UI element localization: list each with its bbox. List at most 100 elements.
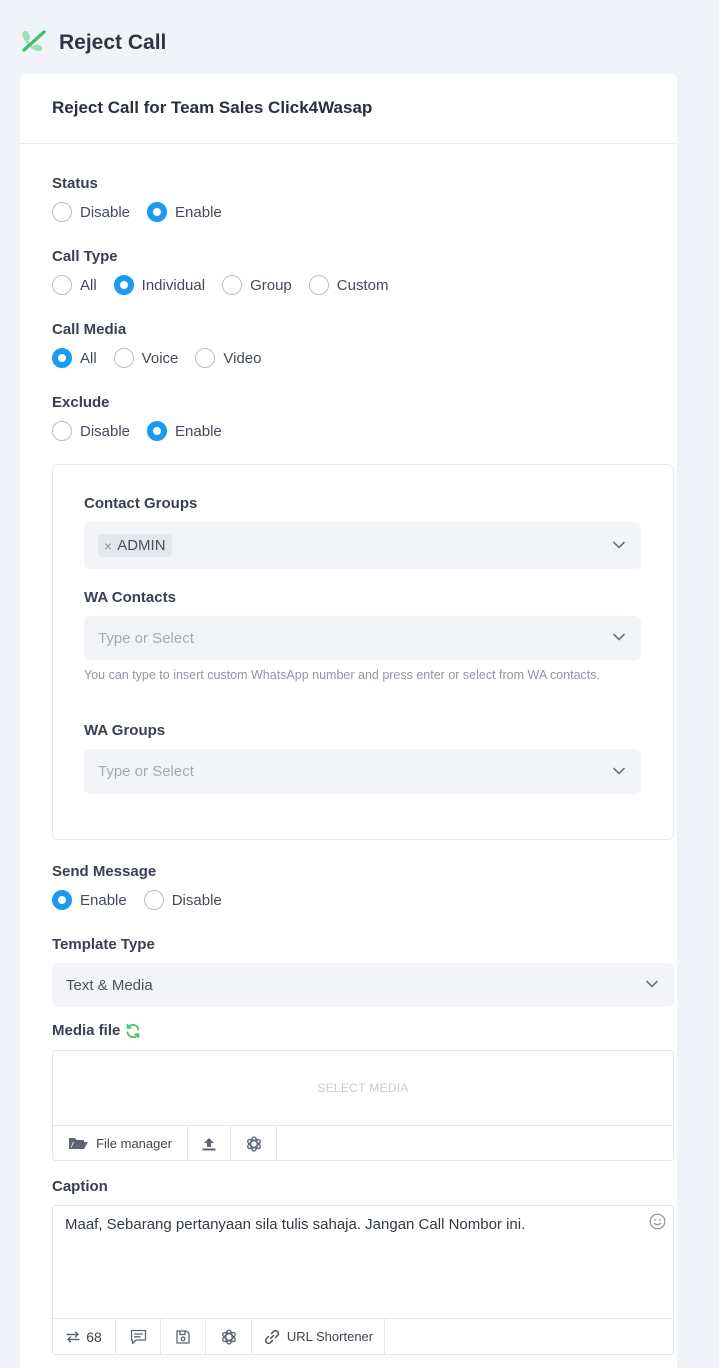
call-type-option-label: Group: [250, 276, 292, 294]
ai-generate-media-button[interactable]: [231, 1126, 277, 1161]
radio-unchecked-icon[interactable]: [308, 275, 329, 295]
exclude-label: Exclude: [52, 394, 110, 411]
emoji-icon[interactable]: [649, 1213, 666, 1230]
call-type-option-custom[interactable]: Custom: [308, 275, 389, 295]
message-template-button[interactable]: [116, 1319, 161, 1354]
radio-checked-icon[interactable]: [52, 890, 72, 910]
radio-unchecked-icon[interactable]: [113, 348, 134, 368]
openai-icon: [246, 1135, 261, 1152]
contact-groups-select[interactable]: × ADMIN: [84, 522, 641, 569]
upload-icon: [202, 1137, 216, 1150]
radio-checked-icon[interactable]: [147, 202, 168, 222]
character-count-value: 68: [86, 1328, 102, 1345]
tag-label: ADMIN: [117, 537, 166, 554]
call-type-option-group[interactable]: Group: [222, 275, 292, 295]
wa-groups-select[interactable]: Type or Select: [84, 749, 641, 794]
card-header: Reject Call for Team Sales Click4Wasap: [20, 74, 677, 144]
exclude-option-label: Enable: [175, 422, 222, 440]
folder-open-icon: [69, 1137, 89, 1149]
call-type-option-all[interactable]: All: [52, 275, 97, 295]
status-option-label: Disable: [80, 203, 131, 221]
send-message-option-disable[interactable]: Disable: [143, 890, 222, 910]
wa-contacts-hint: You can type to insert custom WhatsApp n…: [84, 668, 600, 682]
chevron-down-icon: [613, 541, 625, 549]
call-type-label: Call Type: [52, 248, 118, 265]
call-type-option-label: Individual: [141, 276, 206, 294]
caption-label: Caption: [52, 1178, 108, 1195]
tag-admin: × ADMIN: [98, 534, 172, 557]
send-message-option-label: Disable: [171, 891, 222, 909]
select-media-area[interactable]: SELECT MEDIA: [53, 1051, 673, 1125]
call-media-radio-group: All Voice Video: [52, 348, 278, 368]
wa-contacts-select[interactable]: Type or Select: [84, 616, 641, 660]
url-shortener-button[interactable]: URL Shortener: [252, 1319, 385, 1354]
send-message-option-label: Enable: [80, 891, 127, 909]
page-title: Reject Call: [59, 30, 167, 54]
exclude-settings-panel: Contact Groups × ADMIN WA Contacts Type …: [52, 464, 674, 840]
reject-call-card: Reject Call for Team Sales Click4Wasap S…: [20, 74, 677, 1368]
card-title: Reject Call for Team Sales Click4Wasap: [52, 98, 373, 117]
caption-toolbar: 68 URL Shortener: [53, 1318, 673, 1354]
chevron-down-icon: [646, 980, 658, 988]
refresh-icon[interactable]: [125, 1023, 141, 1039]
media-toolbar: File manager: [53, 1125, 673, 1161]
file-manager-button[interactable]: File manager: [53, 1126, 188, 1161]
contact-groups-label: Contact Groups: [84, 495, 198, 512]
wa-groups-placeholder: Type or Select: [98, 763, 194, 780]
url-shortener-label: URL Shortener: [286, 1329, 374, 1344]
send-message-option-enable[interactable]: Enable: [52, 890, 127, 910]
radio-unchecked-icon[interactable]: [52, 202, 72, 222]
remove-tag-icon[interactable]: ×: [104, 538, 112, 554]
save-template-button[interactable]: [161, 1319, 206, 1354]
caption-textarea[interactable]: Maaf, Sebarang pertanyaan sila tulis sah…: [65, 1216, 635, 1233]
status-option-enable[interactable]: Enable: [147, 202, 222, 222]
link-icon: [264, 1329, 279, 1344]
save-icon: [176, 1329, 190, 1344]
media-file-box: SELECT MEDIA File manager: [52, 1050, 674, 1161]
call-type-option-label: Custom: [336, 276, 389, 294]
wa-groups-label: WA Groups: [84, 722, 166, 739]
radio-unchecked-icon[interactable]: [52, 421, 72, 441]
radio-checked-icon[interactable]: [52, 348, 72, 368]
character-count: 68: [53, 1319, 116, 1354]
status-option-label: Enable: [175, 203, 222, 221]
page-header: Reject Call: [20, 28, 166, 57]
status-option-disable[interactable]: Disable: [52, 202, 130, 222]
status-radio-group: Disable Enable: [52, 202, 239, 222]
exclude-option-label: Disable: [80, 422, 131, 440]
chevron-down-icon: [613, 633, 625, 641]
message-square-icon: [130, 1329, 146, 1344]
radio-checked-icon[interactable]: [147, 421, 168, 441]
media-file-header: Media file: [52, 1022, 141, 1039]
call-media-option-voice[interactable]: Voice: [113, 348, 179, 368]
exclude-option-enable[interactable]: Enable: [147, 421, 222, 441]
wa-contacts-label: WA Contacts: [84, 589, 176, 606]
call-type-option-label: All: [80, 276, 97, 294]
exclude-radio-group: Disable Enable: [52, 421, 239, 441]
call-media-option-video[interactable]: Video: [195, 348, 261, 368]
upload-button[interactable]: [188, 1126, 231, 1161]
caption-editor[interactable]: Maaf, Sebarang pertanyaan sila tulis sah…: [52, 1205, 674, 1355]
call-type-radio-group: All Individual Group Custom: [52, 275, 405, 295]
radio-unchecked-icon[interactable]: [52, 275, 72, 295]
template-type-label: Template Type: [52, 936, 155, 953]
send-message-radio-group: Enable Disable: [52, 890, 239, 910]
radio-unchecked-icon[interactable]: [222, 275, 243, 295]
call-media-label: Call Media: [52, 321, 127, 338]
send-message-label: Send Message: [52, 863, 157, 880]
call-type-option-individual[interactable]: Individual: [113, 275, 206, 295]
call-media-option-all[interactable]: All: [52, 348, 97, 368]
radio-checked-icon[interactable]: [113, 275, 134, 295]
exclude-option-disable[interactable]: Disable: [52, 421, 130, 441]
wa-contacts-placeholder: Type or Select: [98, 629, 194, 647]
template-type-select[interactable]: Text & Media: [52, 963, 674, 1007]
file-manager-label: File manager: [96, 1136, 172, 1151]
ai-generate-caption-button[interactable]: [206, 1319, 252, 1354]
radio-unchecked-icon[interactable]: [195, 348, 216, 368]
call-media-option-label: Video: [223, 349, 262, 367]
call-media-option-label: Voice: [141, 349, 179, 367]
radio-unchecked-icon[interactable]: [143, 890, 164, 910]
text-direction-icon: [66, 1330, 80, 1343]
status-label: Status: [52, 175, 98, 192]
template-type-value: Text & Media: [66, 976, 153, 994]
